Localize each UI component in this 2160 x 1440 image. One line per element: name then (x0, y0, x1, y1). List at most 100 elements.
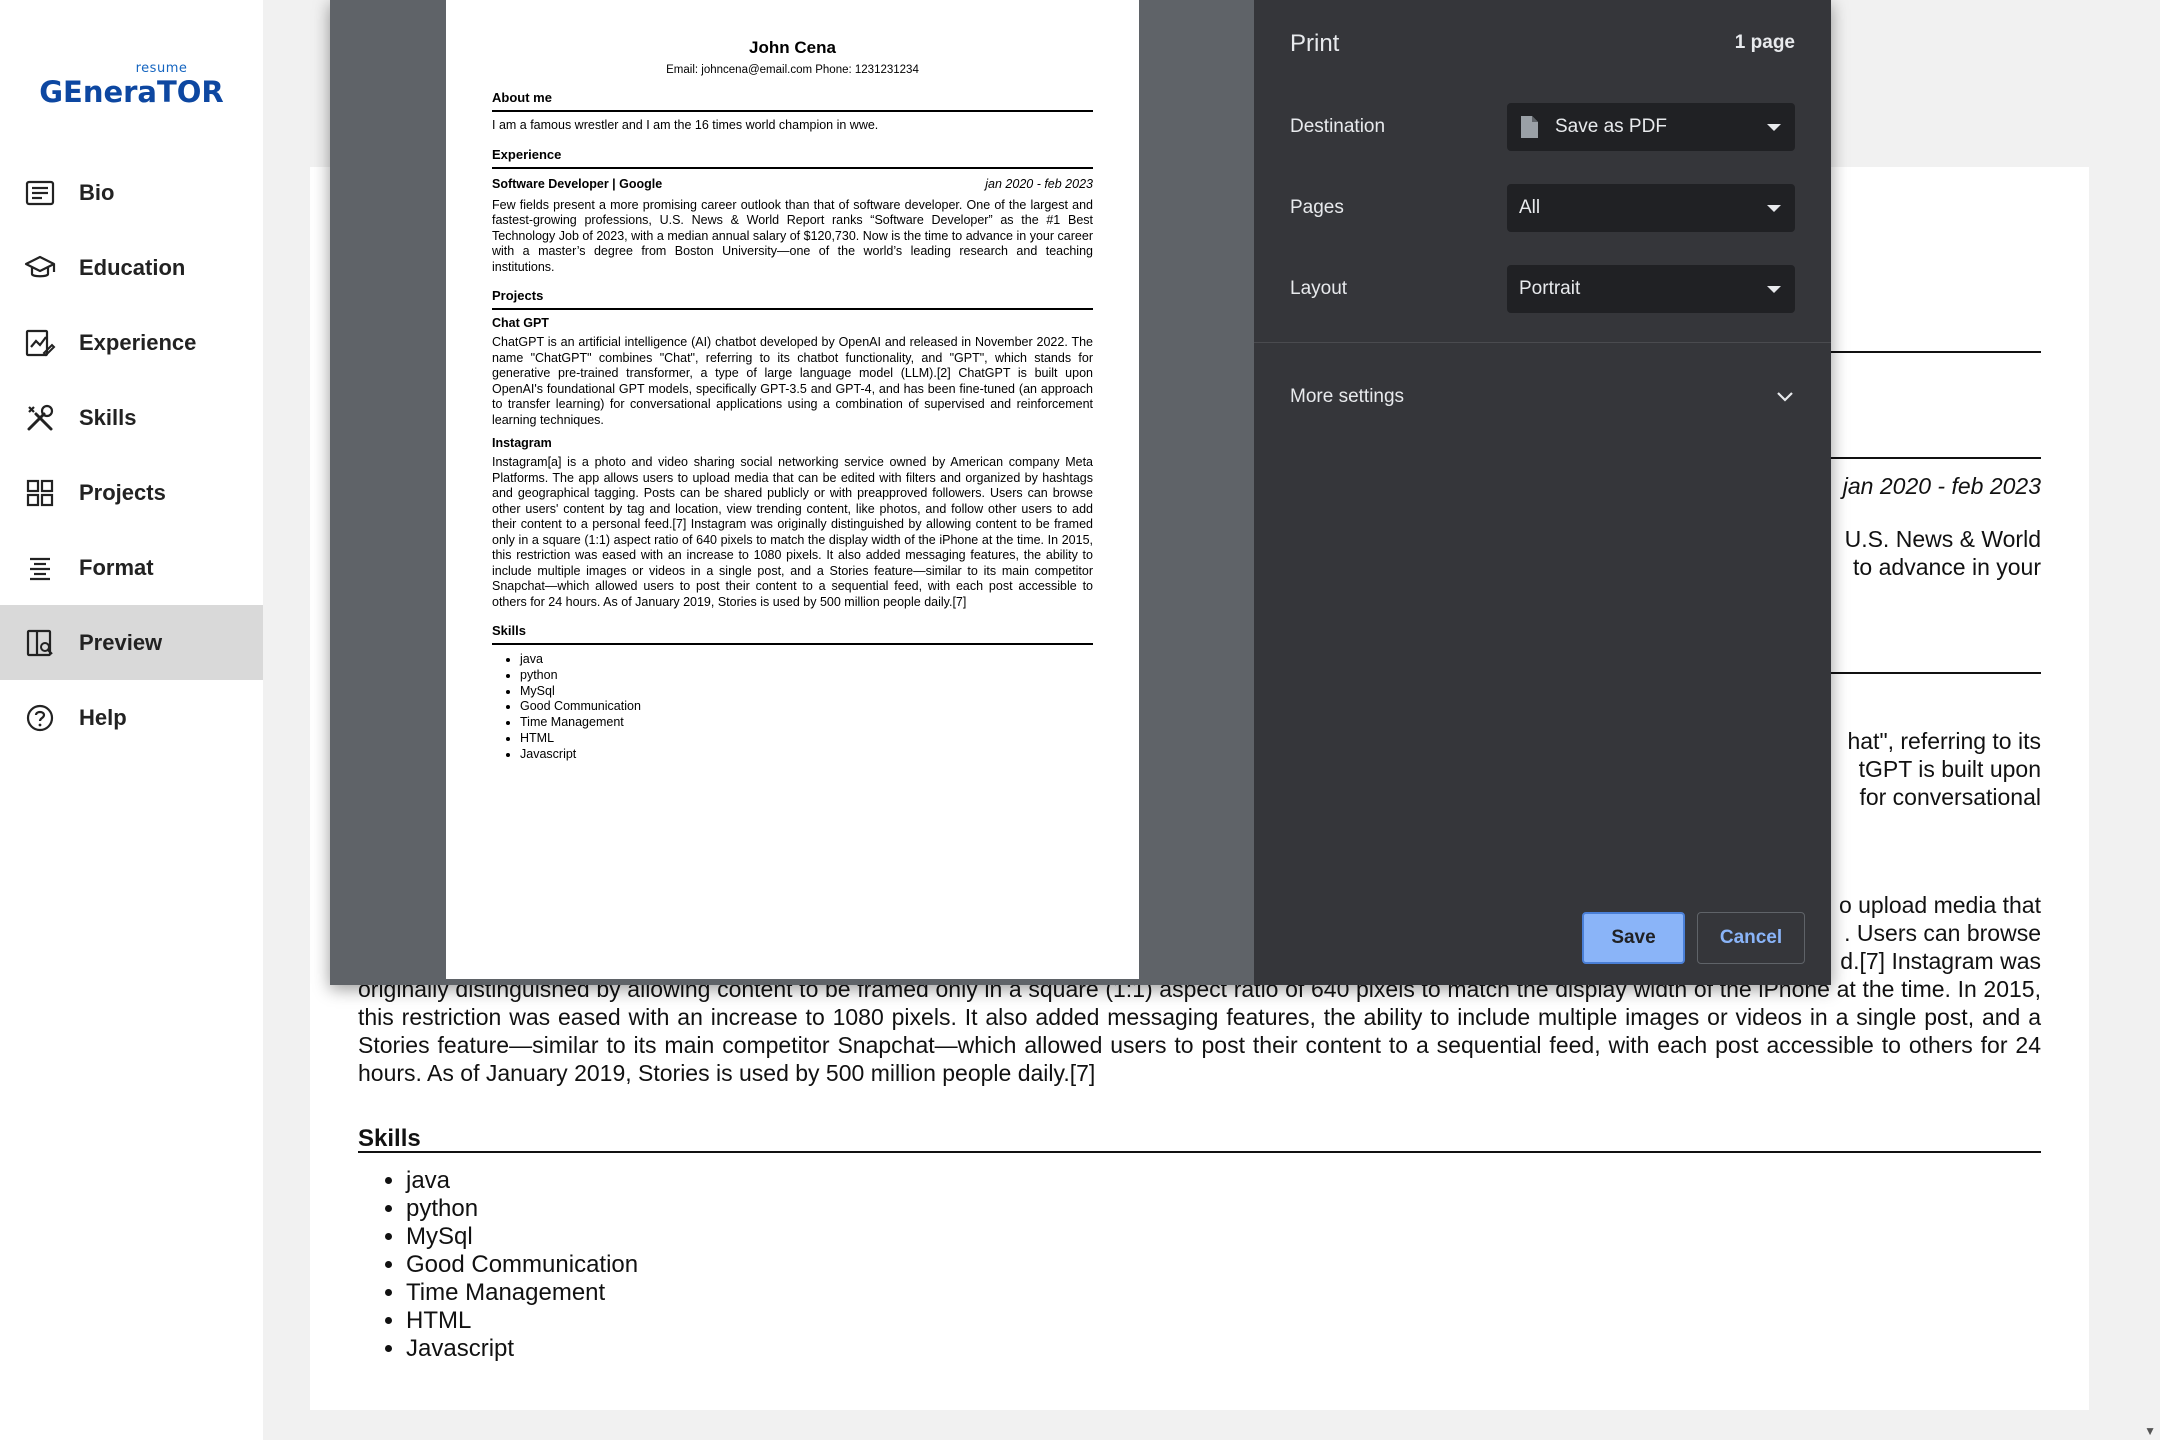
job-description: Few fields present a more promising care… (492, 197, 1093, 274)
project-title: Instagram (492, 436, 552, 450)
sidebar-item-label: Format (79, 554, 154, 580)
experience-heading: Experience (492, 147, 1093, 169)
more-settings-toggle[interactable]: More settings (1290, 380, 1795, 414)
about-heading: About me (492, 91, 1093, 112)
format-icon (30, 557, 50, 580)
pages-select[interactable]: All (1507, 184, 1795, 232)
experience-icon (25, 329, 56, 356)
destination-row: Destination Save as PDF (1290, 103, 1795, 151)
project-description: Instagram[a] is a photo and video sharin… (492, 455, 1093, 609)
list-item: Javascript (406, 1335, 638, 1363)
list-item: Time Management (406, 1279, 638, 1307)
print-dialog: John Cena Email: johncena@email.com Phon… (330, 0, 1831, 985)
pages-value: All (1519, 197, 1541, 218)
resume-name: John Cena (749, 38, 836, 57)
list-item: Good Communication (520, 699, 1093, 715)
layout-select[interactable]: Portrait (1507, 265, 1795, 313)
education-icon (24, 255, 56, 277)
save-button[interactable]: Save (1582, 912, 1685, 964)
chevron-down-icon (1767, 286, 1781, 293)
list-item: HTML (520, 731, 1093, 747)
project-title: Chat GPT (492, 316, 549, 330)
list-item: Javascript (520, 747, 1093, 763)
project-text-fragment: hat", referring to its (1847, 728, 2041, 754)
instagram-paragraph: originally distinguished by allowing con… (358, 976, 2041, 1086)
destination-select[interactable]: Save as PDF (1507, 103, 1795, 151)
sidebar-item-label: Preview (79, 629, 163, 655)
sidebar-item-skills[interactable]: Skills (0, 380, 263, 455)
file-icon (1521, 116, 1538, 138)
list-item: Good Communication (406, 1251, 638, 1279)
skills-list: java python MySql Good Communication Tim… (406, 1167, 638, 1363)
more-settings-label: More settings (1290, 386, 1405, 407)
experience-text-fragment: to advance in your (1853, 554, 2041, 580)
sidebar-item-education[interactable]: Education (0, 230, 263, 305)
resume-contact: Email: johncena@email.com Phone: 1231231… (666, 64, 919, 76)
list-item: java (406, 1167, 638, 1195)
skills-icon (27, 404, 54, 430)
sidebar-item-label: Bio (79, 179, 115, 205)
sidebar-item-bio[interactable]: Bio (0, 155, 263, 230)
layout-label: Layout (1290, 278, 1348, 299)
list-item: java (520, 652, 1093, 668)
list-item: MySql (520, 684, 1093, 700)
print-preview-page: John Cena Email: johncena@email.com Phon… (446, 0, 1139, 979)
print-settings-panel: Print 1 page Destination Save as PDF Pag… (1254, 0, 1831, 985)
project-text-fragment: tGPT is built upon (1858, 756, 2041, 782)
chevron-down-icon (1767, 205, 1781, 212)
skills-heading: Skills (358, 1125, 421, 1152)
skills-heading: Skills (492, 624, 1093, 645)
sidebar-item-format[interactable]: Format (0, 530, 263, 605)
instagram-text-fragment: . Users can browse (1844, 920, 2041, 946)
sidebar-item-label: Skills (79, 404, 137, 430)
print-title: Print (1290, 30, 1340, 57)
sidebar-item-preview[interactable]: Preview (0, 605, 263, 680)
scroll-down-arrow-icon[interactable]: ▼ (2144, 1424, 2156, 1438)
logo-big-text: GEneraTOR (39, 75, 224, 109)
sidebar-item-label: Experience (79, 329, 197, 355)
logo-small-text: resume (135, 61, 188, 76)
layout-row: Layout Portrait (1290, 265, 1795, 313)
sidebar-item-label: Education (79, 254, 186, 280)
sidebar-item-experience[interactable]: Experience (0, 305, 263, 380)
pages-row: Pages All (1290, 184, 1795, 232)
project-text-fragment: for conversational (1859, 784, 2041, 810)
sidebar-item-label: Projects (79, 479, 166, 505)
pages-label: Pages (1290, 197, 1344, 218)
sidebar-item-help[interactable]: Help (0, 680, 263, 755)
project-description: ChatGPT is an artificial intelligence (A… (492, 335, 1093, 427)
list-item: Time Management (520, 715, 1093, 731)
sidebar-nav: Bio Education Experience Skills Projects… (0, 155, 263, 755)
instagram-text-fragment: o upload media that (1838, 892, 2041, 918)
job-dates: jan 2020 - feb 2023 (985, 176, 1093, 191)
cancel-button[interactable]: Cancel (1697, 912, 1805, 964)
job-title: Software Developer | Google (492, 176, 663, 191)
job-header: Software Developer | Google jan 2020 - f… (492, 177, 1093, 192)
section-divider (358, 1151, 2041, 1153)
sidebar-item-projects[interactable]: Projects (0, 455, 263, 530)
sidebar: resume GEneraTOR Bio Education Experienc… (0, 0, 263, 1440)
projects-heading: Projects (492, 289, 1093, 310)
projects-icon (26, 479, 54, 506)
list-item: python (520, 668, 1093, 684)
list-item: MySql (406, 1223, 638, 1251)
print-preview-area: John Cena Email: johncena@email.com Phon… (330, 0, 1254, 985)
app-logo[interactable]: resume GEneraTOR (0, 62, 263, 118)
list-item: python (406, 1195, 638, 1223)
settings-divider (1254, 342, 1831, 343)
chevron-down-icon (1767, 124, 1781, 131)
preview-icon (26, 629, 53, 656)
job-dates-fragment: jan 2020 - feb 2023 (1842, 473, 2041, 499)
about-text: I am a famous wrestler and I am the 16 t… (492, 118, 879, 132)
chevron-down-icon (1777, 392, 1793, 402)
sidebar-item-label: Help (79, 704, 127, 730)
experience-text-fragment: U.S. News & World (1844, 526, 2041, 552)
instagram-text-fragment: d.[7] Instagram was (1840, 948, 2041, 974)
destination-value: Save as PDF (1555, 116, 1667, 137)
bio-icon (25, 180, 55, 205)
skills-list: java python MySql Good Communication Tim… (492, 652, 1093, 763)
destination-label: Destination (1290, 116, 1386, 137)
layout-value: Portrait (1519, 278, 1581, 299)
list-item: HTML (406, 1307, 638, 1335)
help-icon (26, 704, 54, 731)
